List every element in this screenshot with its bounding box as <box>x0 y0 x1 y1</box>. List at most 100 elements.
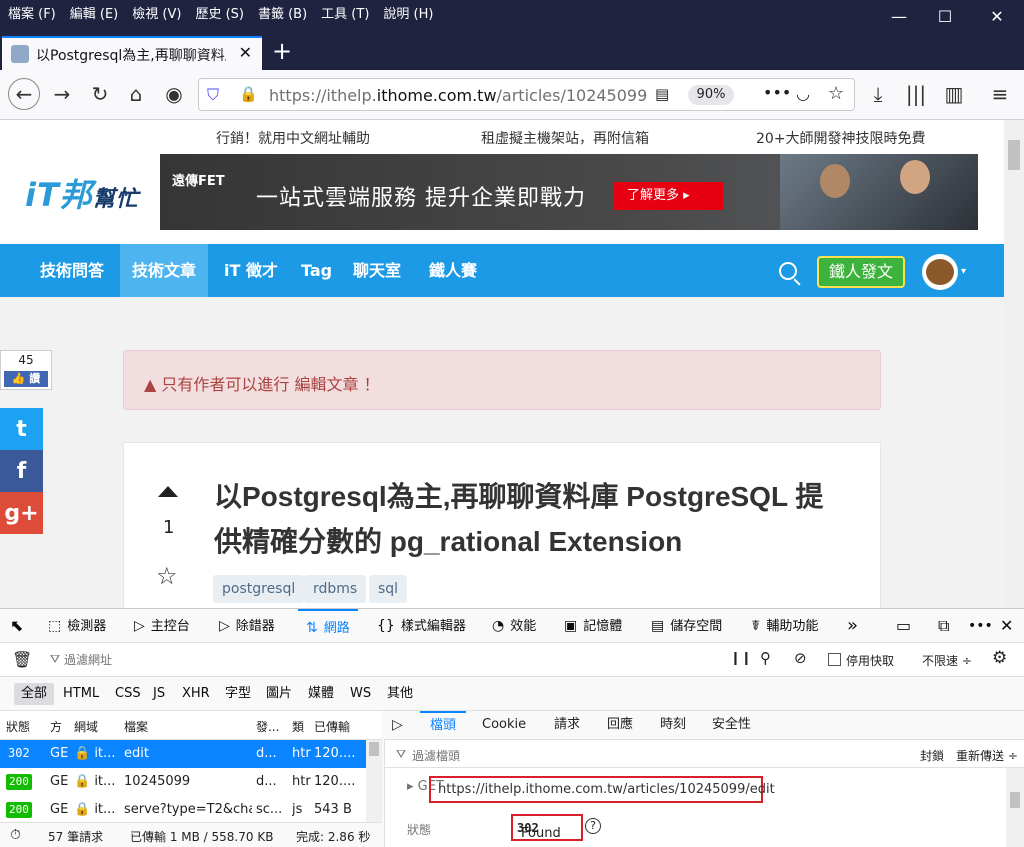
tracking-shield-icon[interactable]: ⛉ <box>207 85 219 105</box>
nav-chatroom[interactable]: 聊天室 <box>341 244 413 297</box>
search-network-icon[interactable]: ⚲ <box>760 649 771 667</box>
tab-storage[interactable]: ▤ 儲存空間 <box>651 609 722 643</box>
tab-style-editor[interactable]: {} 樣式編輯器 <box>377 609 466 643</box>
tab-debugger[interactable]: ▷ 除錯器 <box>219 609 275 643</box>
tab-headers[interactable]: 檔頭 <box>420 711 467 740</box>
disable-cache-checkbox[interactable] <box>828 653 841 666</box>
hamburger-menu-button[interactable]: ≡ <box>984 78 1016 110</box>
tag-postgresql[interactable]: postgresql <box>213 575 305 603</box>
block-icon[interactable]: ⊘ <box>794 649 807 667</box>
table-row[interactable]: 302 GE 🔒 it... edit d... htr 120.... <box>0 740 366 768</box>
type-js[interactable]: JS <box>146 683 172 705</box>
type-all[interactable]: 全部 <box>14 683 55 705</box>
table-row[interactable]: 200 GE 🔒 it... 10245099 d... htr 120.... <box>0 768 366 796</box>
type-images[interactable]: 圖片 <box>259 683 299 705</box>
search-icon[interactable] <box>779 262 797 280</box>
bookmark-star-icon[interactable]: ☆ <box>828 83 844 104</box>
library-button[interactable]: ||| <box>900 78 932 110</box>
nav-jobs[interactable]: iT 徵才 <box>212 244 290 297</box>
avatar[interactable] <box>922 254 958 290</box>
twitter-share-button[interactable]: t <box>0 408 43 450</box>
separate-window-icon[interactable]: ⧉ <box>938 609 949 643</box>
nav-ironman[interactable]: 鐵人賽 <box>417 244 489 297</box>
toggle-sidebar-icon[interactable]: ▷ <box>392 711 403 740</box>
type-fonts[interactable]: 字型 <box>218 683 258 705</box>
tab-request[interactable]: 請求 <box>554 711 580 740</box>
reload-button[interactable]: ↻ <box>84 78 116 110</box>
tab-memory[interactable]: ▣ 記憶體 <box>564 609 622 643</box>
page-scrollbar-thumb[interactable] <box>1008 140 1020 170</box>
menu-view[interactable]: 檢視 (V) <box>132 3 181 22</box>
tab-console[interactable]: ▷ 主控台 <box>134 609 190 643</box>
col-transferred[interactable]: 已傳輸 <box>314 718 350 735</box>
devtools-close-icon[interactable]: ✕ <box>1000 609 1013 643</box>
tab-response[interactable]: 回應 <box>607 711 633 740</box>
chevron-down-icon[interactable]: ▾ <box>961 266 966 277</box>
menu-help[interactable]: 說明 (H) <box>383 3 433 22</box>
devtools-options-icon[interactable]: ••• <box>968 609 993 643</box>
resend-button[interactable]: 重新傳送 ÷ <box>956 747 1018 764</box>
url-text[interactable]: https://ithelp.ithome.com.tw/articles/10… <box>269 86 647 105</box>
google-plus-share-button[interactable]: g+ <box>0 492 43 534</box>
trash-icon[interactable]: 🗑 <box>12 650 32 669</box>
more-tools-icon[interactable]: » <box>847 609 858 643</box>
ironman-post-button[interactable]: 鐵人發文 <box>817 256 905 288</box>
nav-tech-articles[interactable]: 技術文章 <box>120 244 209 297</box>
col-status[interactable]: 狀態 <box>6 718 30 735</box>
maximize-button[interactable]: ☐ <box>922 0 968 32</box>
browser-tab[interactable]: 以Postgresql為主,再聊聊資料庫 ✕ <box>2 36 262 70</box>
banner-learn-more-button[interactable]: 了解更多 ▸ <box>613 182 723 210</box>
tab-performance[interactable]: ◔ 效能 <box>492 609 536 643</box>
tab-network[interactable]: ⇅ 網路 <box>298 609 358 643</box>
forward-button[interactable]: → <box>46 78 78 110</box>
type-media[interactable]: 媒體 <box>301 683 341 705</box>
facebook-like-button[interactable]: 👍 讚 <box>4 371 48 387</box>
type-css[interactable]: CSS <box>108 683 148 705</box>
menu-bookmarks[interactable]: 書籤 (B) <box>258 3 307 22</box>
page-scrollbar[interactable] <box>1004 120 1024 610</box>
type-xhr[interactable]: XHR <box>175 683 217 705</box>
request-list-scrollbar[interactable] <box>366 740 382 824</box>
download-button[interactable]: ⤓ <box>862 78 894 110</box>
filter-headers-input[interactable]: 過濾檔頭 <box>412 747 460 764</box>
reader-view-icon[interactable]: ▤ <box>655 85 669 103</box>
details-scrollbar[interactable] <box>1006 768 1024 847</box>
type-ws[interactable]: WS <box>343 683 378 705</box>
help-icon[interactable]: ? <box>585 818 601 834</box>
tab-accessibility[interactable]: ☤ 輔助功能 <box>751 609 818 643</box>
site-logo[interactable]: iT邦幫忙 <box>25 170 139 216</box>
top-link-1[interactable]: 行銷！就用中文網址輔助 <box>216 128 370 148</box>
nav-tag[interactable]: Tag <box>289 244 344 297</box>
menu-tools[interactable]: 工具 (T) <box>321 3 369 22</box>
menu-history[interactable]: 歷史 (S) <box>195 3 244 22</box>
tab-timings[interactable]: 時刻 <box>660 711 686 740</box>
tab-security[interactable]: 安全性 <box>712 711 751 740</box>
col-domain[interactable]: 網域 <box>74 718 98 735</box>
request-url[interactable]: https://ithelp.ithome.com.tw/articles/10… <box>438 782 775 797</box>
menu-file[interactable]: 檔案 (F) <box>8 3 56 22</box>
tag-rdbms[interactable]: rdbms <box>304 575 367 603</box>
home-button[interactable]: ⌂ <box>120 78 152 110</box>
col-initiator[interactable]: 發... <box>256 718 279 735</box>
tab-close-icon[interactable]: ✕ <box>239 43 252 62</box>
lock-icon[interactable]: 🔒 <box>239 85 258 103</box>
col-file[interactable]: 檔案 <box>124 718 148 735</box>
upvote-icon[interactable] <box>158 486 178 497</box>
filter-url-input[interactable] <box>64 649 694 671</box>
top-link-2[interactable]: 租虛擬主機架站，再附信箱 <box>481 128 649 148</box>
type-other[interactable]: 其他 <box>380 683 420 705</box>
url-bar[interactable]: ⛉ 🔒 https://ithelp.ithome.com.tw/article… <box>198 78 855 111</box>
ad-banner[interactable]: 遠傳FET 一站式雲端服務 提升企業即戰力 了解更多 ▸ <box>160 154 978 230</box>
account-button[interactable]: ◉ <box>158 78 190 110</box>
sidebar-button[interactable]: ▥ <box>938 78 970 110</box>
back-button[interactable]: ← <box>8 78 40 110</box>
request-list-scrollbar-thumb[interactable] <box>369 742 379 756</box>
throttling-select[interactable]: 不限速 ÷ <box>922 652 972 669</box>
star-icon[interactable]: ☆ <box>156 562 178 590</box>
dock-icon[interactable]: ▭ <box>896 609 911 643</box>
block-request-button[interactable]: 封鎖 <box>920 747 944 764</box>
type-html[interactable]: HTML <box>56 683 106 705</box>
pause-icon[interactable]: ❙❙ <box>730 651 752 666</box>
tag-sql[interactable]: sql <box>369 575 408 603</box>
tab-inspector[interactable]: ⬚ 檢測器 <box>48 609 106 643</box>
